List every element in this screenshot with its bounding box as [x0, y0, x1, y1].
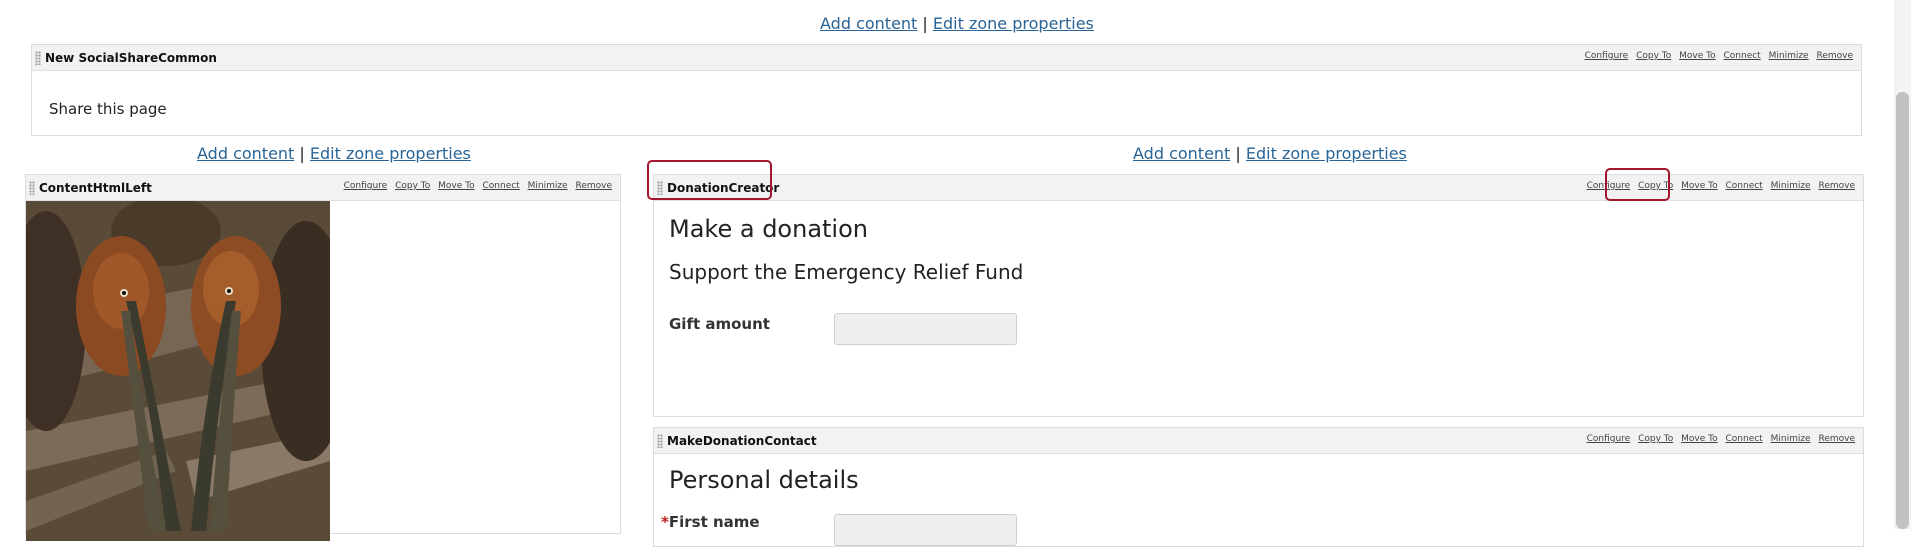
share-this-page-text: Share this page — [49, 100, 167, 118]
first-name-label: *First name — [661, 513, 760, 531]
left-zone-separator: | — [299, 144, 305, 163]
top-zone-links: Add content | Edit zone properties — [820, 14, 1094, 33]
first-name-input[interactable] — [834, 514, 1017, 546]
left-add-content-link[interactable]: Add content — [197, 144, 294, 163]
top-edit-zone-link[interactable]: Edit zone properties — [933, 14, 1094, 33]
content-html-left-webpart: ContentHtmlLeft Configure Copy To Move T… — [25, 174, 621, 541]
remove-link[interactable]: Remove — [1816, 51, 1853, 61]
copy-to-link[interactable]: Copy To — [1638, 181, 1673, 191]
connect-link[interactable]: Connect — [1726, 181, 1763, 191]
minimize-link[interactable]: Minimize — [528, 181, 568, 191]
remove-link[interactable]: Remove — [575, 181, 612, 191]
drag-handle-icon[interactable] — [35, 50, 41, 65]
drag-handle-icon[interactable] — [657, 180, 663, 195]
move-to-link[interactable]: Move To — [1681, 181, 1717, 191]
donation-creator-title: DonationCreator — [667, 180, 780, 195]
make-donation-heading: Make a donation — [669, 215, 868, 243]
minimize-link[interactable]: Minimize — [1771, 434, 1811, 444]
make-donation-contact-header: MakeDonationContact Configure Copy To Mo… — [654, 428, 1863, 454]
minimize-link[interactable]: Minimize — [1769, 51, 1809, 61]
connect-link[interactable]: Connect — [1726, 434, 1763, 444]
copy-to-link[interactable]: Copy To — [395, 181, 430, 191]
configure-link[interactable]: Configure — [1587, 434, 1631, 444]
content-html-left-title: ContentHtmlLeft — [39, 180, 152, 195]
webpart-actions: Configure Copy To Move To Connect Minimi… — [1582, 434, 1855, 444]
support-fund-heading: Support the Emergency Relief Fund — [669, 260, 1024, 284]
donation-creator-header: DonationCreator Configure Copy To Move T… — [654, 175, 1863, 201]
connect-link[interactable]: Connect — [483, 181, 520, 191]
configure-link[interactable]: Configure — [1587, 181, 1631, 191]
right-zone-separator: | — [1235, 144, 1241, 163]
gift-amount-label: Gift amount — [669, 315, 770, 333]
minimize-link[interactable]: Minimize — [1771, 181, 1811, 191]
move-to-link[interactable]: Move To — [1681, 434, 1717, 444]
required-marker: * — [661, 513, 669, 531]
copy-to-link[interactable]: Copy To — [1636, 51, 1671, 61]
right-edit-zone-link[interactable]: Edit zone properties — [1246, 144, 1407, 163]
webpart-actions: Configure Copy To Move To Connect Minimi… — [1582, 181, 1855, 191]
drag-handle-icon[interactable] — [657, 433, 663, 448]
social-share-webpart: New SocialShareCommon Configure Copy To … — [31, 44, 1862, 136]
left-edit-zone-link[interactable]: Edit zone properties — [310, 144, 471, 163]
left-zone-links: Add content | Edit zone properties — [197, 144, 471, 163]
configure-link[interactable]: Configure — [344, 181, 388, 191]
make-donation-contact-webpart: MakeDonationContact Configure Copy To Mo… — [653, 427, 1864, 547]
social-share-title: New SocialShareCommon — [45, 50, 217, 65]
configure-link[interactable]: Configure — [1585, 51, 1629, 61]
webpart-actions: Configure Copy To Move To Connect Minimi… — [1580, 51, 1853, 61]
top-add-content-link[interactable]: Add content — [820, 14, 917, 33]
copy-to-link[interactable]: Copy To — [1638, 434, 1673, 444]
drag-handle-icon[interactable] — [29, 180, 35, 195]
first-name-label-text: First name — [668, 513, 760, 531]
remove-link[interactable]: Remove — [1818, 181, 1855, 191]
pelican-image — [26, 201, 330, 541]
move-to-link[interactable]: Move To — [438, 181, 474, 191]
remove-link[interactable]: Remove — [1818, 434, 1855, 444]
make-donation-contact-title: MakeDonationContact — [667, 433, 817, 448]
personal-details-heading: Personal details — [669, 466, 859, 494]
connect-link[interactable]: Connect — [1724, 51, 1761, 61]
donation-creator-webpart: DonationCreator Configure Copy To Move T… — [653, 174, 1864, 417]
move-to-link[interactable]: Move To — [1679, 51, 1715, 61]
social-share-header: New SocialShareCommon Configure Copy To … — [32, 45, 1861, 71]
right-zone-links: Add content | Edit zone properties — [1133, 144, 1407, 163]
top-zone-separator: | — [922, 14, 928, 33]
vertical-scrollbar[interactable] — [1894, 0, 1911, 529]
right-add-content-link[interactable]: Add content — [1133, 144, 1230, 163]
gift-amount-input[interactable] — [834, 313, 1017, 345]
webpart-actions: Configure Copy To Move To Connect Minimi… — [339, 181, 612, 191]
content-html-left-header: ContentHtmlLeft Configure Copy To Move T… — [26, 175, 620, 201]
scrollbar-thumb[interactable] — [1896, 92, 1909, 529]
